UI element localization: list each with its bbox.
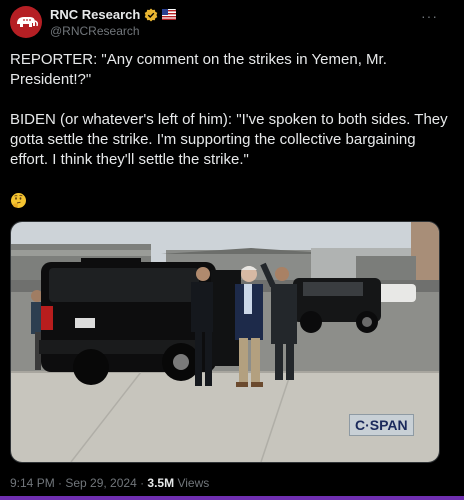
- post-header: RNC Research @RNCResearch ···: [10, 6, 454, 40]
- display-name[interactable]: RNC Research: [50, 7, 140, 22]
- bottom-accent-bar: [0, 496, 464, 500]
- affiliate-badge-icon: [162, 9, 177, 20]
- elephant-logo-icon: [17, 17, 38, 27]
- post-paragraph-biden: BIDEN (or whatever's left of him): "I've…: [10, 111, 448, 168]
- video-thumbnail[interactable]: C·SPAN: [10, 221, 440, 463]
- post-text: REPORTER: "Any comment on the strikes in…: [10, 50, 450, 170]
- views-count: 3.5M: [147, 476, 175, 490]
- post-paragraph-reporter: REPORTER: "Any comment on the strikes in…: [10, 51, 387, 88]
- avatar[interactable]: [10, 6, 42, 38]
- post-timestamp[interactable]: 9:14 PM · Sep 29, 2024 ·: [10, 476, 147, 490]
- verified-badge-icon: [144, 8, 158, 22]
- views-label: Views: [174, 476, 210, 490]
- thinking-face-icon: [11, 193, 26, 208]
- more-options-icon[interactable]: ···: [421, 8, 438, 24]
- post-meta: 9:14 PM · Sep 29, 2024 · 3.5M Views: [10, 476, 209, 490]
- author-handle[interactable]: @RNCResearch: [50, 24, 140, 38]
- c-span-watermark: C·SPAN: [349, 414, 414, 436]
- post: RNC Research @RNCResearch ··· REPORTER: …: [0, 0, 464, 500]
